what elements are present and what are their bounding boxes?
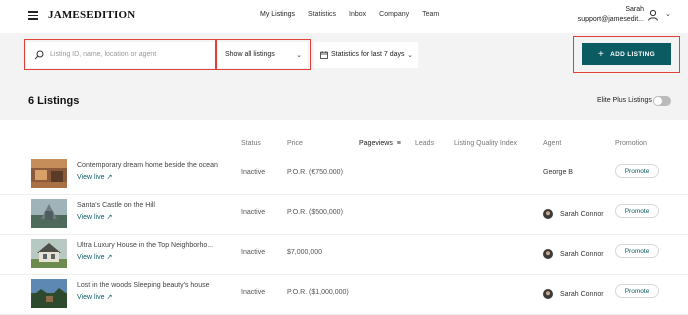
col-status[interactable]: Status (241, 140, 261, 147)
highlight-filter (215, 39, 311, 70)
calendar-icon (320, 51, 328, 59)
col-promotion[interactable]: Promotion (615, 140, 647, 147)
table-header: Status Price Pageviews ≡ Leads Listing Q… (0, 140, 688, 152)
listing-status: Inactive (241, 249, 266, 256)
promote-button[interactable]: Promote (615, 204, 659, 218)
chevron-down-icon[interactable]: ⌄ (665, 10, 671, 18)
user-avatar-icon[interactable] (646, 8, 660, 22)
listing-agent: Sarah Connor (543, 289, 604, 299)
stats-period-select[interactable]: Statistics for last 7 days ⌄ (314, 42, 418, 68)
listing-thumbnail[interactable] (31, 199, 67, 228)
stats-period-value: Statistics for last 7 days (331, 51, 405, 58)
promote-button[interactable]: Promote (615, 284, 659, 298)
agent-name: Sarah Connor (560, 210, 604, 218)
nav-statistics[interactable]: Statistics (308, 11, 336, 18)
user-info[interactable]: Sarah support@jamesedit... (578, 5, 644, 25)
listing-title[interactable]: Contemporary dream home beside the ocean (77, 162, 218, 169)
listings-summary: 6 Listings Elite Plus Listings (0, 75, 688, 120)
logo[interactable]: JAMESEDITION (48, 9, 135, 21)
listing-status: Inactive (241, 209, 266, 216)
chevron-down-icon: ⌄ (407, 52, 413, 59)
listing-thumbnail[interactable] (31, 159, 67, 188)
agent-name: Sarah Connor (560, 290, 604, 298)
col-quality-index[interactable]: Listing Quality Index (454, 140, 517, 147)
listing-status: Inactive (241, 289, 266, 296)
col-agent[interactable]: Agent (543, 140, 561, 147)
elite-plus-toggle[interactable] (653, 96, 671, 106)
main-nav: My Listings Statistics Inbox Company Tea… (260, 11, 452, 18)
view-live-link[interactable]: View live ↗ (77, 293, 112, 301)
view-live-link[interactable]: View live ↗ (77, 213, 112, 221)
listing-title[interactable]: Lost in the woods Sleeping beauty's hous… (77, 282, 209, 289)
col-price[interactable]: Price (287, 140, 303, 147)
nav-inbox[interactable]: Inbox (349, 11, 366, 18)
user-email: support@jamesedit... (577, 16, 644, 23)
listing-agent: George B (543, 169, 573, 176)
listing-status: Inactive (241, 169, 266, 176)
col-leads[interactable]: Leads (415, 140, 434, 147)
listing-thumbnail[interactable] (31, 279, 67, 308)
table-row: Contemporary dream home beside the ocean… (0, 155, 688, 195)
elite-plus-label: Elite Plus Listings (597, 97, 652, 104)
top-header: JAMESEDITION My Listings Statistics Inbo… (0, 0, 688, 33)
listing-thumbnail[interactable] (31, 239, 67, 268)
agent-avatar (543, 209, 553, 219)
promote-button[interactable]: Promote (615, 244, 659, 258)
user-name: Sarah (625, 6, 644, 13)
table-row: Santa's Castle on the Hill View live ↗ I… (0, 195, 688, 235)
col-pageviews[interactable]: Pageviews ≡ (359, 140, 401, 147)
nav-company[interactable]: Company (379, 11, 409, 18)
view-live-link[interactable]: View live ↗ (77, 173, 112, 181)
agent-avatar (543, 289, 553, 299)
highlight-add-listing (573, 36, 680, 73)
listing-title[interactable]: Santa's Castle on the Hill (77, 202, 155, 209)
promote-button[interactable]: Promote (615, 164, 659, 178)
listing-price: P.O.R. ($1,000,000) (287, 289, 349, 296)
agent-avatar (543, 249, 553, 259)
view-live-link[interactable]: View live ↗ (77, 253, 112, 261)
listings-count: 6 Listings (28, 95, 80, 107)
table-row: Ultra Luxury House in the Top Neighborho… (0, 235, 688, 275)
agent-name: George B (543, 169, 573, 176)
listing-price: P.O.R. (€750.000) (287, 169, 343, 176)
listing-title[interactable]: Ultra Luxury House in the Top Neighborho… (77, 242, 213, 249)
nav-my-listings[interactable]: My Listings (260, 11, 295, 18)
listing-agent: Sarah Connor (543, 249, 604, 259)
listing-price: P.O.R. ($500,000) (287, 209, 343, 216)
listing-agent: Sarah Connor (543, 209, 604, 219)
table-row: Lost in the woods Sleeping beauty's hous… (0, 275, 688, 315)
agent-name: Sarah Connor (560, 250, 604, 258)
menu-icon[interactable] (28, 11, 38, 20)
listing-price: $7,000,000 (287, 249, 323, 256)
highlight-search (24, 39, 217, 70)
nav-team[interactable]: Team (422, 11, 439, 18)
sort-icon: ≡ (394, 140, 401, 147)
